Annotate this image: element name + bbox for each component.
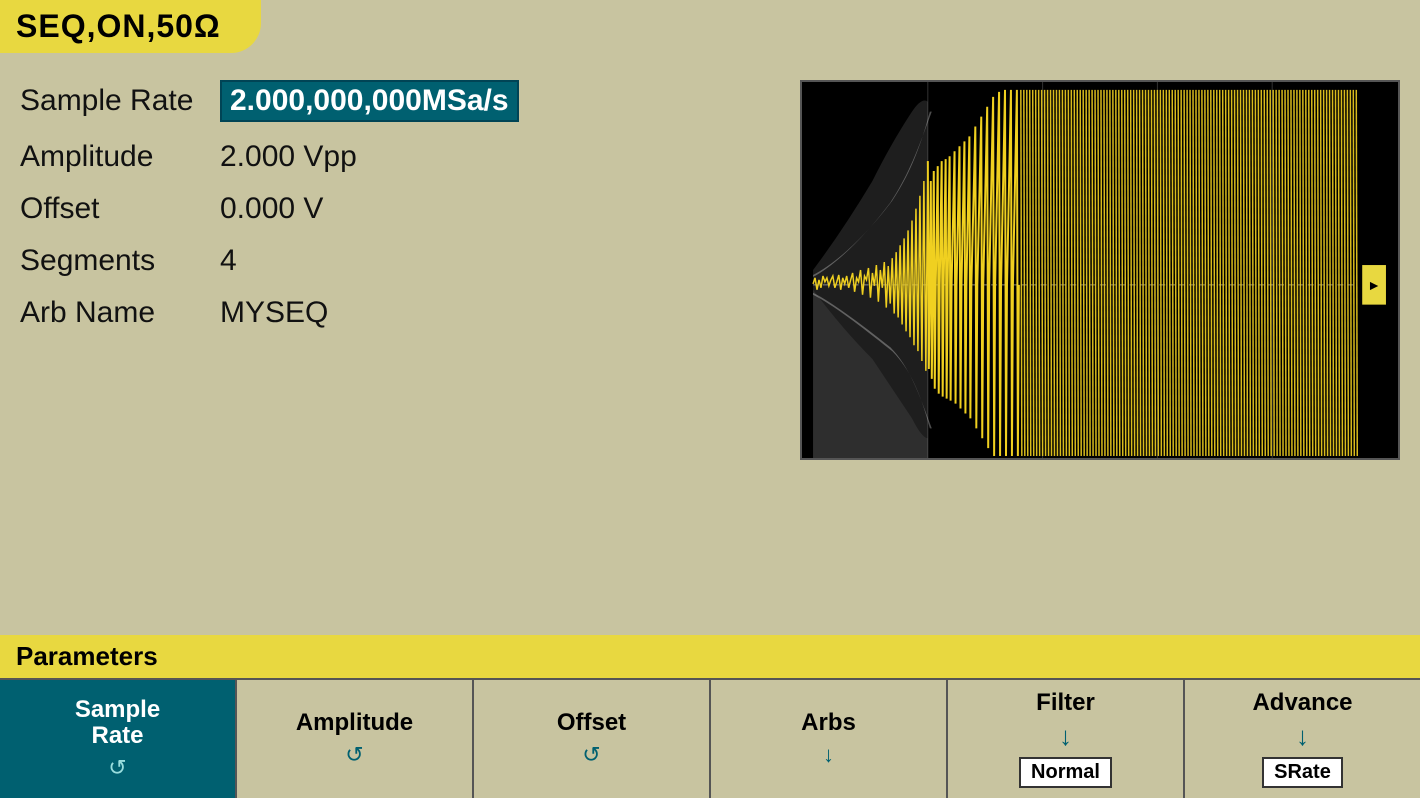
waveform-svg: ► — [802, 82, 1398, 458]
button-icon-arbs: ↓ — [823, 742, 834, 768]
button-sample-rate[interactable]: Sample Rate ↺ — [0, 680, 237, 798]
button-advance[interactable]: Advance ↓ SRate — [1185, 680, 1420, 798]
button-sub-filter: Normal — [1019, 757, 1112, 788]
amplitude-label: Amplitude — [20, 140, 220, 174]
parameters-label: Parameters — [16, 641, 158, 671]
button-arrow-filter: ↓ — [1059, 723, 1072, 749]
offset-label: Offset — [20, 192, 220, 226]
segments-value: 4 — [220, 244, 237, 278]
button-offset[interactable]: Offset ↺ — [474, 680, 711, 798]
button-filter[interactable]: Filter ↓ Normal — [948, 680, 1185, 798]
segments-label: Segments — [20, 244, 220, 278]
button-icon-offset: ↺ — [582, 742, 600, 768]
bottom-buttons: Sample Rate↺Amplitude↺Offset↺Arbs↓Filter… — [0, 678, 1420, 798]
button-label-arbs: Arbs — [801, 710, 856, 736]
sample-rate-row: Sample Rate 2.000,000,000MSa/s — [20, 80, 780, 122]
arb-name-row: Arb Name MYSEQ — [20, 296, 780, 330]
arb-name-value: MYSEQ — [220, 296, 328, 330]
button-label-advance: Advance — [1252, 690, 1352, 716]
segments-row: Segments 4 — [20, 244, 780, 278]
amplitude-row: Amplitude 2.000 Vpp — [20, 140, 780, 174]
svg-text:►: ► — [1367, 277, 1381, 293]
button-icon-sample-rate: ↺ — [108, 755, 126, 781]
button-label-amplitude: Amplitude — [296, 710, 413, 736]
offset-value: 0.000 V — [220, 192, 323, 226]
offset-row: Offset 0.000 V — [20, 192, 780, 226]
sample-rate-value[interactable]: 2.000,000,000MSa/s — [220, 80, 519, 122]
button-label-offset: Offset — [557, 710, 626, 736]
button-arbs[interactable]: Arbs ↓ — [711, 680, 948, 798]
params-panel: Sample Rate 2.000,000,000MSa/s Amplitude… — [20, 70, 780, 625]
header-title: SEQ,ON,50Ω — [16, 8, 221, 44]
amplitude-value: 2.000 Vpp — [220, 140, 357, 174]
button-icon-amplitude: ↺ — [345, 742, 363, 768]
arb-name-label: Arb Name — [20, 296, 220, 330]
instrument-screen: SEQ,ON,50Ω Sample Rate 2.000,000,000MSa/… — [0, 0, 1420, 798]
button-amplitude[interactable]: Amplitude ↺ — [237, 680, 474, 798]
main-content: Sample Rate 2.000,000,000MSa/s Amplitude… — [0, 0, 1420, 635]
parameters-label-bar: Parameters — [0, 635, 1420, 678]
sample-rate-label: Sample Rate — [20, 84, 220, 118]
button-label-filter: Filter — [1036, 690, 1095, 716]
button-label-sample-rate: Sample Rate — [75, 697, 160, 750]
waveform-display: ► — [800, 80, 1400, 460]
button-arrow-advance: ↓ — [1296, 723, 1309, 749]
header-tab: SEQ,ON,50Ω — [0, 0, 261, 53]
button-sub-advance: SRate — [1262, 757, 1343, 788]
